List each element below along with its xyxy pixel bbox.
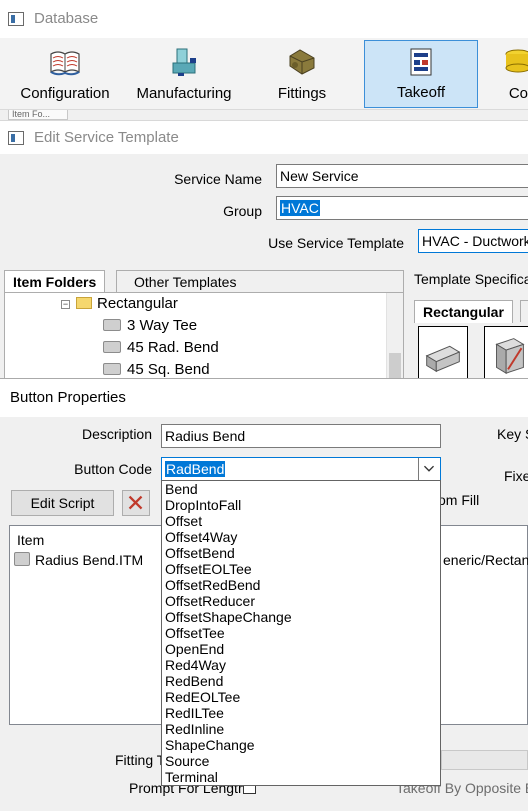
costing-button[interactable]: Co	[484, 40, 528, 108]
configuration-button[interactable]: Configuration	[8, 40, 122, 108]
button-code-combo[interactable]: RadBend	[161, 457, 441, 481]
dropdown-option[interactable]: Terminal	[162, 769, 440, 785]
damper-icon	[495, 338, 525, 375]
ribbon-label-fittings: Fittings	[277, 85, 327, 102]
dropdown-option[interactable]: RedBend	[162, 673, 440, 689]
template-image-damper[interactable]	[484, 326, 528, 380]
dropdown-option[interactable]: OffsetTee	[162, 625, 440, 641]
tree-row-45-rad-bend[interactable]: 45 Rad. Bend	[103, 339, 219, 361]
tab-rectangular[interactable]: Rectangular	[414, 300, 513, 323]
dropdown-option[interactable]: DropIntoFall	[162, 497, 440, 513]
left-tabbar: Item Folders Other Templates	[4, 270, 404, 293]
button-code-value: RadBend	[165, 461, 226, 477]
folder-icon	[76, 297, 92, 309]
edit-service-template-title: Edit Service Template	[34, 129, 179, 146]
database-titlebar: Database	[0, 0, 528, 38]
item-folder-tree: − Rectangular 3 Way Tee 45 Rad. Bend 45 S…	[4, 292, 404, 382]
tree-row-label: 45 Sq. Bend	[127, 361, 210, 378]
window-icon	[8, 12, 24, 26]
ribbon: Configuration Manufacturing Fittings Tak…	[0, 38, 528, 110]
ribbon-label-takeoff: Takeoff	[396, 84, 446, 101]
dropdown-option[interactable]: OffsetReducer	[162, 593, 440, 609]
fitting-icon	[103, 341, 121, 353]
fitting-combo[interactable]	[441, 750, 528, 770]
list-row-path: eneric/Rectang	[443, 552, 528, 568]
tab-other-templates[interactable]: Other Templates	[116, 270, 404, 292]
template-spec-label: Template Specificat	[414, 271, 528, 287]
dropdown-option[interactable]: Source	[162, 753, 440, 769]
key-label: Key S	[497, 426, 528, 442]
group-input[interactable]: HVAC	[276, 196, 528, 220]
dropdown-option[interactable]: Offset4Way	[162, 529, 440, 545]
service-name-label: Service Name	[174, 171, 262, 187]
use-service-template-combo[interactable]: HVAC - Ductwork_	[418, 229, 528, 253]
manufacturing-button[interactable]: Manufacturing	[124, 40, 244, 108]
group-label: Group	[223, 203, 262, 219]
button-code-dropdown: Bend DropIntoFall Offset Offset4Way Offs…	[161, 480, 441, 786]
template-image-straight[interactable]	[418, 326, 468, 380]
chevron-down-icon[interactable]	[418, 458, 440, 480]
book-icon	[50, 51, 80, 76]
close-icon	[128, 495, 143, 510]
collapse-icon[interactable]: −	[61, 300, 70, 309]
fittings-icon	[289, 49, 315, 75]
tree-row-rectangular[interactable]: − Rectangular	[61, 295, 178, 317]
ribbon-label-co: Co	[508, 85, 528, 102]
fittings-button[interactable]: Fittings	[246, 40, 358, 108]
list-row-name: Radius Bend.ITM	[35, 552, 144, 568]
edit-script-button[interactable]: Edit Script	[11, 490, 114, 516]
fitting-icon	[103, 319, 121, 331]
template-spec-panel: Rectangular	[414, 298, 528, 384]
takeoff-button[interactable]: Takeoff	[364, 40, 478, 108]
fixed-label: Fixe	[504, 468, 528, 484]
tree-row-label: 45 Rad. Bend	[127, 339, 219, 356]
dropdown-option[interactable]: Offset	[162, 513, 440, 529]
item-icon	[14, 552, 30, 566]
tab-next[interactable]	[520, 300, 528, 322]
dropdown-option[interactable]: ShapeChange	[162, 737, 440, 753]
takeoff-icon	[410, 48, 432, 76]
button-code-label: Button Code	[74, 461, 152, 477]
dropdown-option[interactable]: RedILTee	[162, 705, 440, 721]
custom-fill-label: om Fill	[438, 492, 480, 508]
description-label: Description	[81, 426, 152, 442]
dropdown-option[interactable]: RedInline	[162, 721, 440, 737]
button-properties-title: Button Properties	[0, 379, 528, 417]
dropdown-option[interactable]: OffsetShapeChange	[162, 609, 440, 625]
fitting-icon	[103, 363, 121, 375]
dropdown-option[interactable]: Red4Way	[162, 657, 440, 673]
database-title: Database	[34, 10, 99, 27]
tree-row-3-way-tee[interactable]: 3 Way Tee	[103, 317, 197, 339]
item-folders-subtab[interactable]: Item Fo...	[8, 110, 68, 120]
edit-service-template-titlebar: Edit Service Template	[0, 120, 528, 154]
group-value: HVAC	[280, 200, 320, 216]
delete-button[interactable]	[122, 490, 150, 516]
machine-icon	[172, 48, 196, 76]
dropdown-option[interactable]: Bend	[162, 481, 440, 497]
dropdown-option[interactable]: OffsetRedBend	[162, 577, 440, 593]
dropdown-option[interactable]: OpenEnd	[162, 641, 440, 657]
duct-icon	[425, 345, 461, 373]
use-service-template-label: Use Service Template	[268, 235, 404, 251]
description-input[interactable]: Radius Bend	[161, 424, 441, 448]
tab-item-folders[interactable]: Item Folders	[4, 270, 106, 293]
service-name-input[interactable]: New Service	[276, 164, 528, 188]
list-header-item: Item	[17, 532, 45, 548]
ribbon-label-configuration: Configuration	[20, 85, 110, 102]
coins-icon	[505, 49, 528, 73]
tree-scrollbar[interactable]	[386, 293, 403, 381]
ribbon-label-manufacturing: Manufacturing	[136, 85, 232, 102]
window-icon	[8, 131, 24, 145]
tree-row-label: Rectangular	[97, 295, 178, 312]
tree-row-label: 3 Way Tee	[127, 317, 198, 334]
dropdown-option[interactable]: OffsetBend	[162, 545, 440, 561]
dropdown-option[interactable]: RedEOLTee	[162, 689, 440, 705]
dropdown-option[interactable]: OffsetEOLTee	[162, 561, 440, 577]
fitting-label: Fitting T	[115, 752, 166, 768]
scrollbar-thumb[interactable]	[389, 353, 401, 379]
